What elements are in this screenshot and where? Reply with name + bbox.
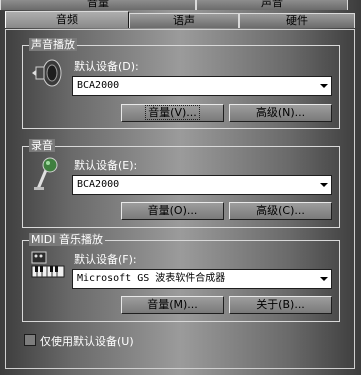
microphone-icon xyxy=(34,157,58,190)
speaker-icon xyxy=(32,59,62,87)
use-default-devices-label[interactable]: 仅使用默认设备(U) xyxy=(40,333,134,349)
midi-device-label: 默认设备(F): xyxy=(74,253,137,266)
midi-group-title: MIDI 音乐播放 xyxy=(29,233,105,246)
recording-volume-label: 音量(O)... xyxy=(147,204,198,217)
playback-device-label: 默认设备(D): xyxy=(74,60,139,73)
chevron-down-icon[interactable] xyxy=(320,84,328,88)
midi-volume-label: 音量(M)... xyxy=(147,298,198,311)
recording-advanced-label: 高级(C)... xyxy=(256,204,305,217)
recording-device-value: BCA2000 xyxy=(77,179,120,190)
midi-device-value: Microsoft GS 波表软件合成器 xyxy=(77,273,226,284)
recording-advanced-button[interactable]: 高级(C)... xyxy=(229,202,332,220)
playback-advanced-button[interactable]: 高级(N)... xyxy=(229,104,332,122)
chevron-down-icon[interactable] xyxy=(320,277,328,281)
midi-about-button[interactable]: 关于(B)... xyxy=(229,296,332,314)
tab-sounds[interactable]: 声音 xyxy=(196,0,348,10)
playback-volume-button[interactable]: 音量(V)... xyxy=(121,104,224,122)
chevron-down-icon[interactable] xyxy=(320,183,328,187)
midi-keyboard-icon xyxy=(31,251,65,278)
midi-device-select[interactable]: Microsoft GS 波表软件合成器 xyxy=(72,269,332,289)
playback-device-value: BCA2000 xyxy=(77,80,120,91)
use-default-devices-checkbox[interactable] xyxy=(24,334,36,346)
tab-audio[interactable]: 音频 xyxy=(5,11,129,28)
recording-device-label: 默认设备(E): xyxy=(74,159,138,172)
midi-about-label: 关于(B)... xyxy=(256,298,305,311)
recording-device-select[interactable]: BCA2000 xyxy=(72,175,332,195)
playback-advanced-label: 高级(N)... xyxy=(255,106,306,119)
tab-hardware[interactable]: 硬件 xyxy=(239,13,355,28)
tab-row-back: 音量 声音 xyxy=(0,0,348,11)
tab-volume[interactable]: 音量 xyxy=(0,0,196,10)
tab-row-front: 音频 语声 硬件 xyxy=(0,11,355,29)
recording-volume-button[interactable]: 音量(O)... xyxy=(121,202,224,220)
recording-group-title: 录音 xyxy=(29,139,55,152)
playback-volume-label: 音量(V)... xyxy=(145,105,200,120)
playback-device-select[interactable]: BCA2000 xyxy=(72,76,332,96)
playback-group-title: 声音播放 xyxy=(29,38,77,51)
tab-voice[interactable]: 语声 xyxy=(129,13,239,28)
midi-volume-button[interactable]: 音量(M)... xyxy=(121,296,224,314)
